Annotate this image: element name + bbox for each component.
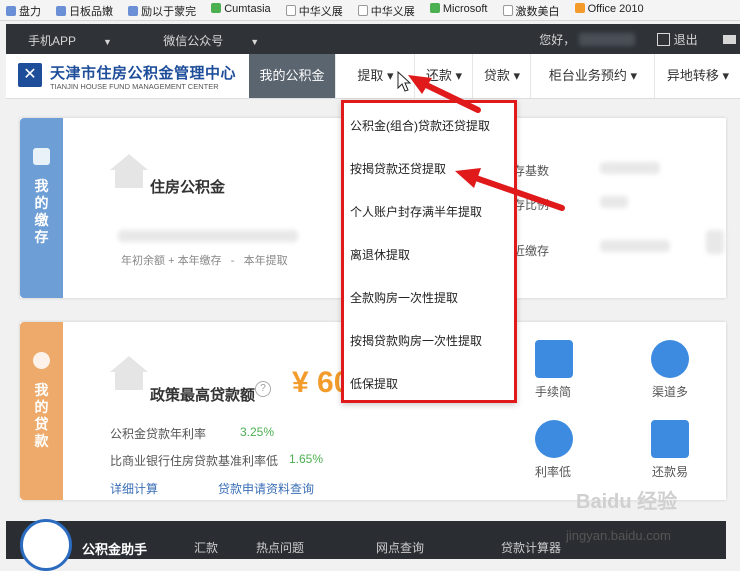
arrow-to-withdraw-menu (408, 75, 481, 113)
assistant-house-icon[interactable] (20, 519, 72, 571)
bottom-hot-questions[interactable]: 热点问题 (256, 539, 304, 556)
bottom-remit[interactable]: 汇款 (194, 539, 218, 556)
annotation-arrows (397, 70, 565, 211)
mouse-cursor-icon (397, 70, 412, 92)
bottom-loan-calculator[interactable]: 贷款计算器 (501, 539, 561, 556)
baidu-url: jingyan.baidu.com (566, 528, 671, 543)
baidu-watermark: Baidu 经验 (576, 491, 678, 513)
arrow-to-mortgage-item (455, 168, 565, 211)
bottom-outlet-search[interactable]: 网点查询 (376, 539, 424, 556)
assistant-label[interactable]: 公积金助手 (82, 539, 147, 558)
